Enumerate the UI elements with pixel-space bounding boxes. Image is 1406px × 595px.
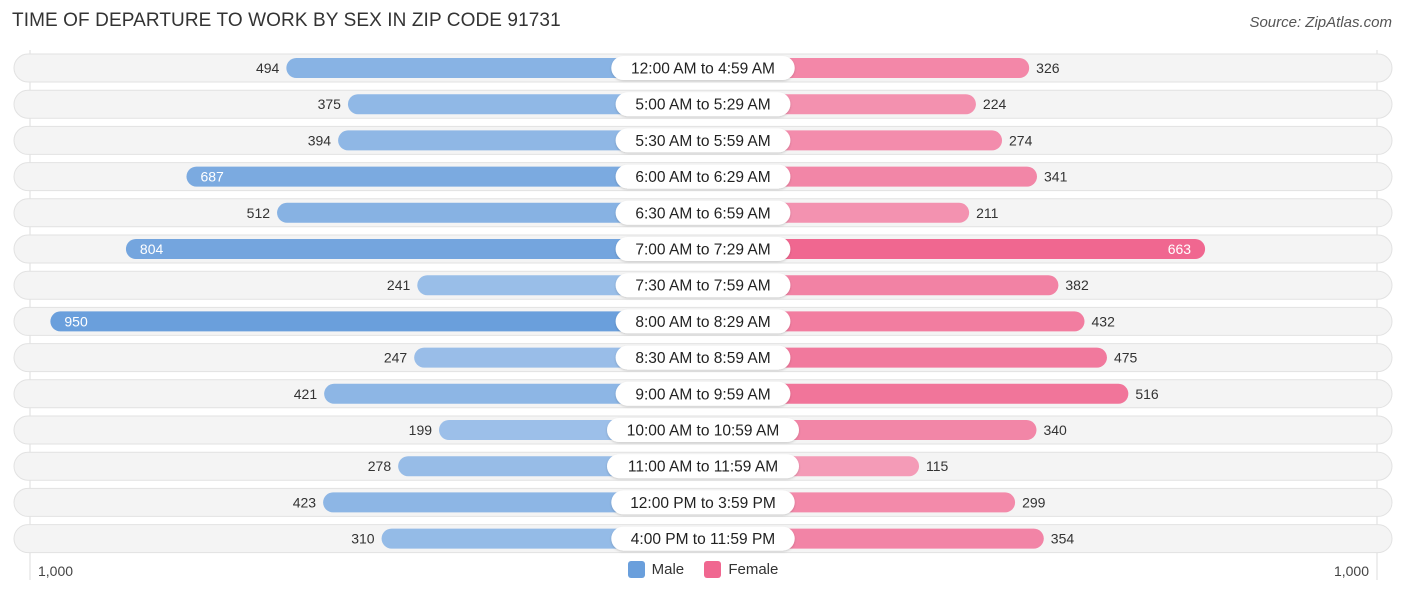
value-label-male: 375 [318,96,342,112]
value-label-male: 394 [308,132,332,148]
value-label-female: 115 [926,458,949,474]
value-label-male: 310 [351,531,375,547]
category-label: 7:30 AM to 7:59 AM [635,278,770,295]
value-label-female: 516 [1135,386,1159,402]
value-label-female: 326 [1036,60,1060,76]
value-label-female: 274 [1009,132,1033,148]
category-label: 8:30 AM to 8:59 AM [635,350,770,367]
value-label-male: 494 [256,60,280,76]
bar-row: 423 299 12:00 PM to 3:59 PM [13,487,1393,517]
value-label-female: 475 [1114,350,1138,366]
value-label-female: 299 [1022,494,1046,510]
value-label-female: 211 [976,205,999,221]
category-label: 7:00 AM to 7:29 AM [635,242,770,259]
bar-male [50,311,703,332]
bar-row: 950 432 8:00 AM to 8:29 AM [13,306,1393,336]
value-label-female: 382 [1065,277,1089,293]
bar-row: 512 211 6:30 AM to 6:59 AM [13,198,1393,228]
category-label: 9:00 AM to 9:59 AM [635,386,770,403]
category-label: 12:00 AM to 4:59 AM [631,61,775,78]
bar-row: 494 326 12:00 AM to 4:59 AM [13,53,1393,83]
value-label-male: 423 [293,494,317,510]
value-label-male: 247 [384,350,408,366]
value-label-female: 354 [1051,531,1075,547]
legend-swatch-female [704,561,722,578]
category-label: 10:00 AM to 10:59 AM [627,423,780,440]
bar-row: 804 663 7:00 AM to 7:29 AM [13,234,1393,264]
bar-row: 247 475 8:30 AM to 8:59 AM [13,343,1393,373]
legend-label-female: Female [728,561,779,578]
legend-swatch-male [627,561,645,578]
bar-row: 375 224 5:00 AM to 5:29 AM [13,89,1393,119]
category-label: 6:30 AM to 6:59 AM [635,205,770,222]
value-label-male: 199 [409,422,433,438]
bar-row: 310 354 4:00 PM to 11:59 PM [13,524,1393,554]
value-label-female: 341 [1044,169,1068,185]
category-label: 6:00 AM to 6:29 AM [635,169,770,186]
bar-row: 199 340 10:00 AM to 10:59 AM [13,415,1393,445]
value-label-male: 278 [368,458,392,474]
legend-item-male[interactable]: Male [627,561,685,578]
category-label: 8:00 AM to 8:29 AM [635,314,770,331]
value-label-male: 687 [200,169,224,185]
bar-row: 421 516 9:00 AM to 9:59 AM [13,379,1393,409]
legend-item-female[interactable]: Female [704,561,778,578]
chart-svg: 494 326 12:00 AM to 4:59 AM 375 224 5:00 AM t… [13,50,1393,580]
bar-row: 394 274 5:30 AM to 5:59 AM [13,125,1393,155]
bar-row: 278 115 11:00 AM to 11:59 AM [13,451,1393,481]
value-label-male: 241 [387,277,411,293]
category-label: 5:30 AM to 5:59 AM [635,133,770,150]
value-label-female: 432 [1092,313,1116,329]
value-label-female: 340 [1043,422,1067,438]
value-label-male: 804 [140,241,164,257]
bar-row: 241 382 7:30 AM to 7:59 AM [13,270,1393,300]
bar-row: 687 341 6:00 AM to 6:29 AM [13,162,1393,192]
category-label: 4:00 PM to 11:59 PM [631,531,775,548]
value-label-male: 421 [294,386,318,402]
value-label-male: 512 [247,205,271,221]
value-label-male: 950 [64,313,88,329]
value-label-female: 224 [983,96,1007,112]
legend-label-male: Male [651,561,685,578]
legend: Male Female [0,561,1406,582]
category-label: 11:00 AM to 11:59 AM [628,459,778,476]
category-label: 12:00 PM to 3:59 PM [630,495,776,512]
category-label: 5:00 AM to 5:29 AM [635,97,770,114]
value-label-female: 663 [1168,241,1192,257]
